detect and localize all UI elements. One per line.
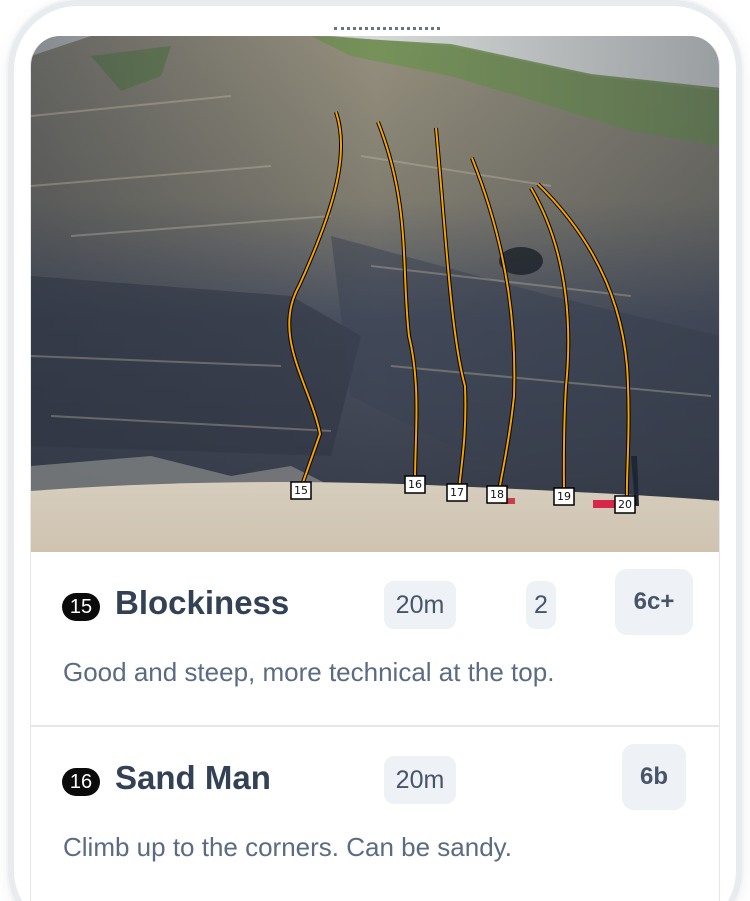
route-pitches-chip: 2 [526, 581, 556, 629]
route-grade-chip: 6b [622, 744, 686, 810]
bag-red [593, 500, 615, 508]
route-marker-18-label: 18 [490, 488, 504, 501]
route-marker-15-label: 15 [294, 484, 308, 497]
crag-topo-image[interactable]: 15 16 17 18 19 20 [31, 36, 720, 552]
route-marker-17-label: 17 [450, 486, 464, 499]
route-description: Good and steep, more technical at the to… [63, 657, 555, 687]
route-grade-chip: 6c+ [615, 569, 693, 635]
route-name: Sand Man [115, 759, 271, 796]
route-description: Climb up to the corners. Can be sandy. [63, 832, 512, 862]
route-marker-19[interactable]: 19 [553, 487, 575, 506]
route-name: Blockiness [115, 584, 290, 621]
route-marker-16[interactable]: 16 [404, 475, 426, 494]
route-marker-19-label: 19 [557, 490, 571, 503]
route-length-chip: 20m [384, 581, 456, 629]
speaker-grille [334, 20, 440, 30]
route-card-blockiness[interactable]: 15 Blockiness 20m 2 6c+ Good and steep, … [31, 552, 719, 727]
route-card-sand-man[interactable]: 16 Sand Man 20m 6b Climb up to the corne… [31, 727, 719, 901]
route-marker-18[interactable]: 18 [486, 485, 508, 504]
route-length-chip: 20m [384, 756, 456, 804]
route-marker-20[interactable]: 20 [614, 495, 636, 514]
route-marker-16-label: 16 [408, 478, 422, 491]
route-number-badge: 16 [62, 768, 100, 796]
screen: 15 16 17 18 19 20 15 Blockiness 20m 2 6c… [30, 36, 720, 901]
route-marker-15[interactable]: 15 [290, 481, 312, 500]
route-marker-20-label: 20 [618, 498, 632, 511]
route-marker-17[interactable]: 17 [446, 483, 468, 502]
route-number-badge: 15 [62, 593, 100, 621]
